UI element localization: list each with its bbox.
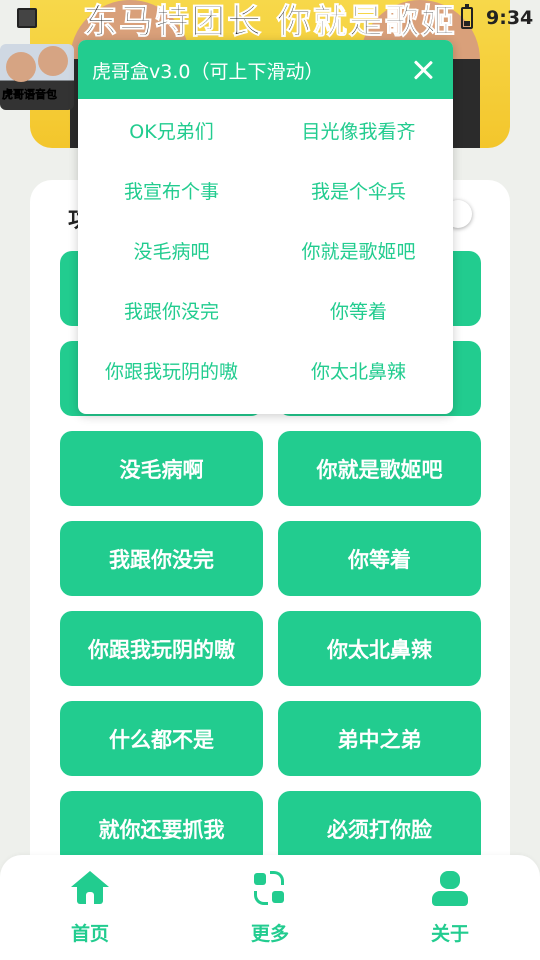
dialog-title: 虎哥盒v3.0（可上下滑动）	[92, 61, 324, 83]
dialog-item[interactable]: 我宣布个事	[78, 160, 265, 220]
app-logo: 虎哥语音包	[0, 44, 74, 110]
swap-icon	[252, 871, 286, 905]
close-icon[interactable]	[411, 58, 435, 82]
logo-face-right	[38, 46, 68, 76]
sound-list-dialog: 虎哥盒v3.0（可上下滑动） OK兄弟们 目光像我看齐 我宣布个事 我是个伞兵 …	[78, 40, 453, 414]
nav-label-home: 首页	[70, 923, 109, 945]
sound-button[interactable]: 你太北鼻辣	[278, 611, 481, 686]
home-icon	[71, 871, 109, 905]
sound-button[interactable]: 你跟我玩阴的嗷	[60, 611, 263, 686]
sound-button[interactable]: 你就是歌姬吧	[278, 431, 481, 506]
sound-button[interactable]: 你等着	[278, 521, 481, 596]
nav-item-home[interactable]: 首页	[0, 855, 180, 960]
sound-button[interactable]: 弟中之弟	[278, 701, 481, 776]
nav-item-more[interactable]: 更多	[180, 855, 360, 960]
dialog-item[interactable]: 目光像我看齐	[265, 100, 452, 160]
status-time: 9:34	[486, 7, 534, 29]
app-logo-text: 虎哥语音包	[2, 88, 58, 102]
sound-button[interactable]: 没毛病啊	[60, 431, 263, 506]
user-icon	[432, 871, 468, 907]
dialog-item[interactable]: 你就是歌姬吧	[265, 220, 452, 280]
dialog-item[interactable]: 没毛病吧	[78, 220, 265, 280]
nav-item-about[interactable]: 关于	[360, 855, 540, 960]
nav-label-more: 更多	[250, 923, 289, 945]
status-bar: 9:34	[0, 0, 540, 36]
dialog-item[interactable]: 你太北鼻辣	[265, 340, 452, 400]
sound-button[interactable]: 什么都不是	[60, 701, 263, 776]
dialog-item[interactable]: 你等着	[265, 280, 452, 340]
photo-notification-icon	[17, 8, 37, 28]
dialog-header: 虎哥盒v3.0（可上下滑动）	[78, 40, 453, 99]
battery-icon	[461, 4, 473, 29]
sound-button[interactable]: 我跟你没完	[60, 521, 263, 596]
dialog-item[interactable]: 我跟你没完	[78, 280, 265, 340]
nav-label-about: 关于	[430, 923, 469, 945]
bottom-nav: 首页 更多 关于	[0, 855, 540, 960]
logo-face-left	[6, 52, 36, 82]
dialog-item[interactable]: OK兄弟们	[78, 100, 265, 160]
dialog-item[interactable]: 我是个伞兵	[265, 160, 452, 220]
dialog-item[interactable]: 你跟我玩阴的嗷	[78, 340, 265, 400]
